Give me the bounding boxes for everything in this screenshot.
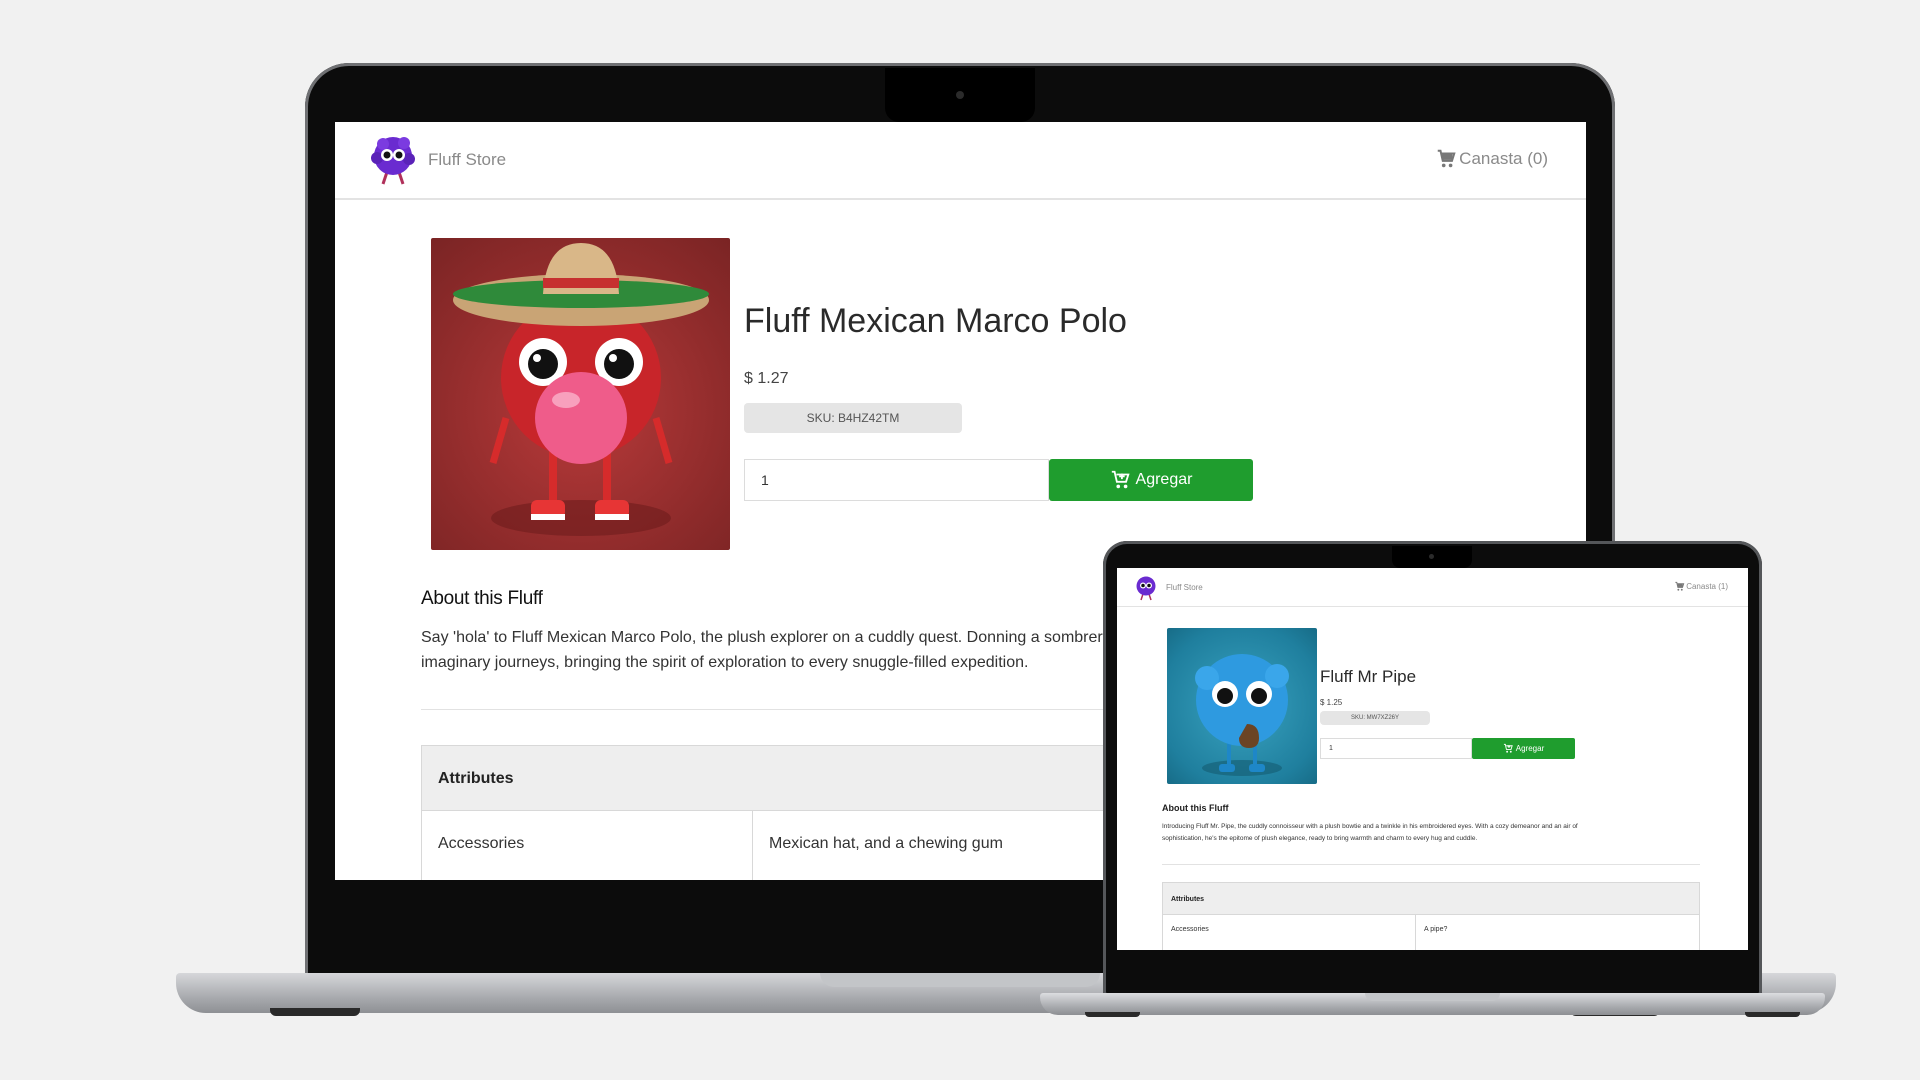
small-laptop-foot xyxy=(1085,1012,1140,1017)
description-line-1: Introducing Fluff Mr. Pipe, the cuddly c… xyxy=(1162,823,1578,830)
store-name[interactable]: Fluff Store xyxy=(1166,583,1203,592)
add-to-cart-button[interactable]: Agregar xyxy=(1049,459,1253,501)
store-name[interactable]: Fluff Store xyxy=(428,150,506,170)
cart-icon xyxy=(1437,149,1456,168)
add-to-cart-icon xyxy=(1111,470,1130,489)
add-to-cart-label: Agregar xyxy=(1135,471,1193,488)
sku-badge: SKU: MW7XZ26Y xyxy=(1320,711,1430,725)
cart-button[interactable]: Canasta (0) xyxy=(1435,148,1548,170)
product-title: Fluff Mexican Marco Polo xyxy=(744,302,1127,340)
attributes-header: Attributes xyxy=(1162,882,1700,915)
large-laptop-hinge-groove xyxy=(820,973,1100,987)
product-price: $ 1.27 xyxy=(744,370,789,387)
cart-label: Canasta (0) xyxy=(1459,149,1548,168)
product-image xyxy=(1167,628,1317,784)
add-to-cart-label: Agregar xyxy=(1515,744,1545,753)
product-price: $ 1.25 xyxy=(1320,698,1343,707)
store-header: Fluff Store Canasta (1) xyxy=(1117,568,1748,607)
add-to-cart-button[interactable]: Agregar xyxy=(1472,738,1575,759)
section-divider xyxy=(1162,864,1700,865)
description-line-2: sophistication, he's the epitome of plus… xyxy=(1162,835,1478,842)
attribute-value: A pipe? xyxy=(1416,915,1700,950)
large-laptop-camera xyxy=(956,91,964,99)
small-laptop-foot xyxy=(1745,1012,1800,1017)
sku-badge: SKU: B4HZ42TM xyxy=(744,403,962,433)
large-laptop-foot xyxy=(270,1008,360,1016)
quantity-input[interactable]: 1 xyxy=(744,459,1049,501)
fluff-logo-icon[interactable] xyxy=(1135,575,1157,601)
add-to-cart-icon xyxy=(1503,743,1513,753)
cart-label: Canasta (1) xyxy=(1686,582,1728,591)
description-line-1: Say 'hola' to Fluff Mexican Marco Polo, … xyxy=(421,629,1131,646)
store-header: Fluff Store Canasta (0) xyxy=(335,122,1586,200)
attribute-name: Accessories xyxy=(421,811,752,880)
quantity-input[interactable]: 1 xyxy=(1320,738,1472,759)
description-line-2: imaginary journeys, bringing the spirit … xyxy=(421,654,1029,671)
attribute-name: Accessories xyxy=(1162,915,1415,950)
small-laptop-camera xyxy=(1429,554,1434,559)
fluff-logo-icon[interactable] xyxy=(371,134,415,186)
small-laptop-screen: Fluff Store Canasta (1) Fluff Mr Pipe $ … xyxy=(1117,568,1748,950)
about-heading: About this Fluff xyxy=(1162,803,1229,813)
cart-icon xyxy=(1675,581,1685,591)
small-laptop-hinge-groove xyxy=(1365,993,1500,1001)
product-image xyxy=(431,238,730,550)
product-title: Fluff Mr Pipe xyxy=(1320,667,1417,686)
about-heading: About this Fluff xyxy=(421,588,543,609)
cart-button[interactable]: Canasta (1) xyxy=(1674,581,1728,592)
